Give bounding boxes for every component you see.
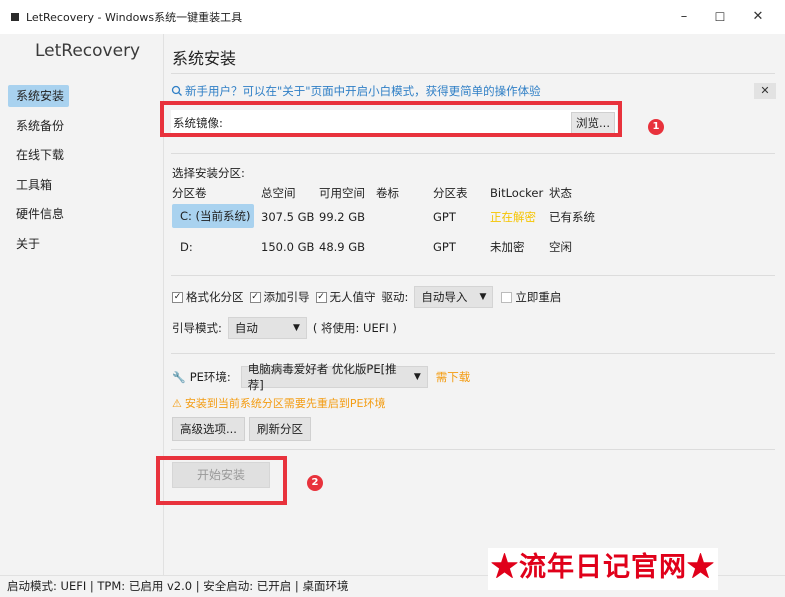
unattended-label: 无人值守 (329, 290, 376, 304)
driver-select[interactable]: 自动导入 ▼ (414, 286, 494, 308)
minimize-button[interactable]: – (674, 10, 694, 24)
boot-mode-label: 引导模式: (172, 321, 222, 335)
restart-checkbox[interactable]: 立即重启 (501, 289, 561, 305)
annotation-box-2 (156, 456, 287, 505)
check-icon: ✓ (249, 291, 261, 303)
pe-download-status: 需下载 (435, 370, 471, 384)
divider (171, 73, 775, 74)
free-space: 48.9 GB (319, 240, 366, 254)
boot-mode-row: 引导模式: 自动 ▼ ( 将使用: UEFI ) (172, 317, 397, 339)
col-header: 分区表 (433, 186, 468, 200)
watermark: ★流年日记官网★ (488, 548, 718, 590)
check-icon: ✓ (172, 291, 183, 303)
annotation-marker-2: 2 (307, 475, 323, 491)
maximize-button[interactable]: ☐ (710, 10, 730, 24)
total-space: 307.5 GB (261, 210, 315, 224)
sidebar-item-about[interactable]: 关于 (8, 233, 158, 255)
boot-mode-select[interactable]: 自动 ▼ (227, 317, 307, 339)
pe-warning: ⚠ 安装到当前系统分区需要先重启到PE环境 (172, 395, 385, 411)
warning-icon: ⚠ (172, 396, 182, 410)
sidebar-item-hardware[interactable]: 硬件信息 (8, 203, 158, 225)
app-name: LetRecovery (35, 41, 141, 61)
format-checkbox[interactable]: ✓ 格式化分区 (172, 289, 244, 305)
sidebar-item-download[interactable]: 在线下载 (8, 144, 158, 166)
add-boot-checkbox[interactable]: ✓ 添加引导 (249, 289, 310, 305)
pe-row: 🔧 PE环境: 电脑病毒爱好者 优化版PE[推荐] ▼ 需下载 (172, 362, 471, 392)
driver-label: 驱动: (381, 290, 409, 304)
page-title: 系统安装 (172, 49, 237, 68)
pe-warning-text: 安装到当前系统分区需要先重启到PE环境 (184, 397, 386, 410)
search-icon (171, 85, 182, 96)
install-options: ✓ 格式化分区 ✓ 添加引导 ✓ 无人值守 驱动: 自动导入 ▼ 立即重启 (172, 286, 567, 308)
title-bar: LetRecovery - Windows系统一键重装工具 – ☐ ✕ (0, 0, 785, 34)
restart-label: 立即重启 (515, 290, 562, 304)
divider (171, 353, 775, 354)
divider (171, 449, 775, 450)
col-header: 卷标 (376, 186, 399, 200)
divider (171, 275, 775, 276)
add-boot-label: 添加引导 (263, 290, 310, 304)
partition-label: 选择安装分区: (172, 166, 245, 180)
col-header: 分区卷 (172, 186, 207, 200)
annotation-box-1 (160, 101, 622, 137)
pe-value: 电脑病毒爱好者 优化版PE[推荐] (247, 362, 397, 392)
boot-mode-value: 自动 (234, 321, 258, 335)
partition-style: GPT (433, 240, 456, 254)
partition-status: 已有系统 (549, 210, 595, 224)
wrench-icon: 🔧 (172, 370, 186, 384)
free-space: 99.2 GB (319, 210, 366, 224)
refresh-partition-button[interactable]: 刷新分区 (249, 417, 311, 441)
format-label: 格式化分区 (186, 290, 244, 304)
volume-label: D: (180, 240, 193, 254)
volume-label: C: (当前系统) (180, 209, 251, 223)
tip-text: 新手用户？可以在"关于"页面中开启小白模式，获得更简单的操作体验 (185, 84, 541, 98)
annotation-marker-1: 1 (648, 119, 664, 135)
pe-select[interactable]: 电脑病毒爱好者 优化版PE[推荐] ▼ (240, 362, 428, 392)
caret-down-icon: ▼ (292, 323, 300, 333)
window-title: LetRecovery - Windows系统一键重装工具 (26, 11, 243, 24)
col-header: 总空间 (261, 186, 296, 200)
selected-volume[interactable]: C: (当前系统) (172, 204, 254, 228)
driver-value: 自动导入 (421, 290, 468, 304)
bitlocker-status: 正在解密 (490, 210, 536, 224)
close-tip-button[interactable]: ✕ (754, 83, 776, 99)
sidebar-nav: 系统安装 系统备份 在线下载 工具箱 硬件信息 关于 (8, 85, 158, 262)
check-icon: ✓ (315, 291, 327, 303)
bitlocker-status: 未加密 (490, 240, 525, 254)
caret-down-icon: ▼ (479, 292, 487, 302)
partition-status: 空闲 (549, 240, 572, 254)
col-header: 可用空间 (319, 186, 365, 200)
caret-down-icon: ▼ (413, 372, 421, 382)
sidebar-item-toolbox[interactable]: 工具箱 (8, 174, 158, 196)
app-icon (11, 13, 19, 21)
sidebar-item-backup[interactable]: 系统备份 (8, 115, 158, 137)
total-space: 150.0 GB (261, 240, 315, 254)
checkbox-empty-icon (501, 291, 513, 303)
close-button[interactable]: ✕ (748, 10, 768, 24)
col-header: 状态 (549, 186, 572, 200)
advanced-options-button[interactable]: 高级选项... (172, 417, 245, 441)
boot-mode-hint: ( 将使用: UEFI ) (312, 321, 397, 335)
partition-style: GPT (433, 210, 456, 224)
unattended-checkbox[interactable]: ✓ 无人值守 (315, 289, 376, 305)
col-header: BitLocker (490, 186, 544, 200)
pe-label: PE环境: (189, 370, 231, 384)
sidebar: LetRecovery 系统安装 系统备份 在线下载 工具箱 硬件信息 关于 (0, 34, 164, 575)
divider (171, 153, 775, 154)
sidebar-item-install[interactable]: 系统安装 (8, 85, 69, 107)
tip-bar: 新手用户？可以在"关于"页面中开启小白模式，获得更简单的操作体验 ✕ (171, 82, 776, 100)
